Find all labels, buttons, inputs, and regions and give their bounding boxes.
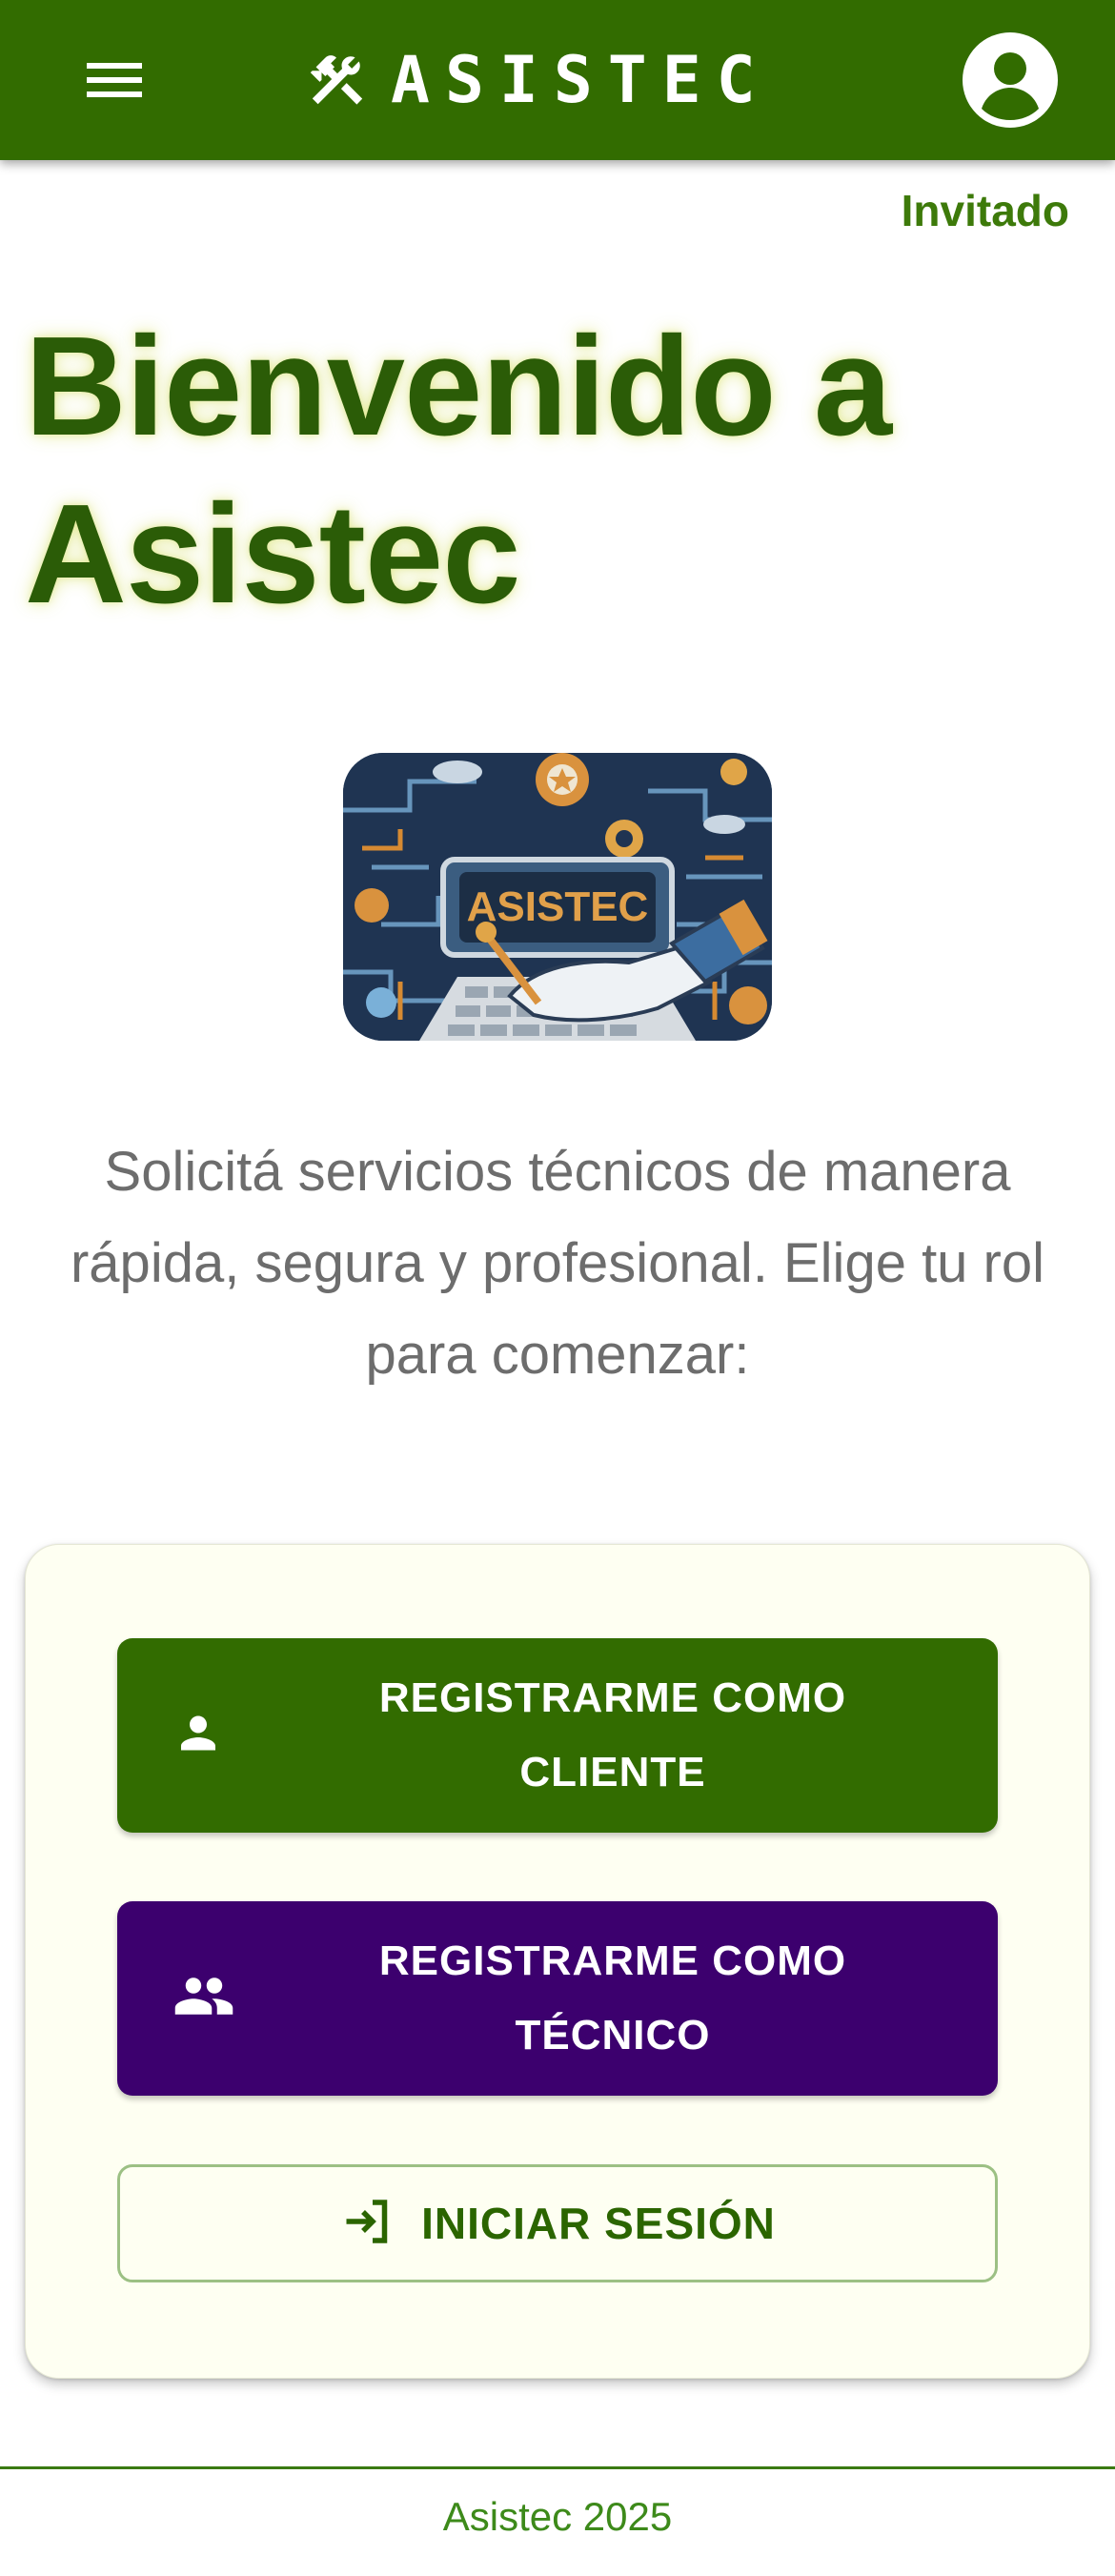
person-icon <box>172 1708 224 1764</box>
register-technician-label-line-1: REGISTRARME COMO <box>378 1937 847 1984</box>
account-button[interactable] <box>961 30 1060 130</box>
role-selection-card: REGISTRARME COMO CLIENTE REGISTRARME COM… <box>25 1544 1090 2379</box>
menu-button[interactable] <box>67 42 162 118</box>
register-client-label: REGISTRARME COMO CLIENTE <box>308 1661 918 1810</box>
page: ASISTEC Invitado Bienvenido a Asistec AS… <box>0 0 1115 2576</box>
menu-icon <box>87 63 142 97</box>
group-icon <box>172 1965 235 2033</box>
brand[interactable]: ASISTEC <box>305 40 771 120</box>
register-technician-button[interactable]: REGISTRARME COMO TÉCNICO <box>117 1901 998 2096</box>
footer-text: Asistec 2025 <box>442 2494 673 2539</box>
app-bar: ASISTEC <box>0 0 1115 160</box>
login-button[interactable]: INICIAR SESIÓN <box>117 2164 998 2282</box>
login-button-content: INICIAR SESIÓN <box>339 2193 776 2255</box>
register-client-label-line-1: REGISTRARME COMO <box>378 1674 847 1721</box>
login-label: INICIAR SESIÓN <box>421 2199 776 2248</box>
register-technician-label: REGISTRARME COMO TÉCNICO <box>308 1924 918 2073</box>
login-icon <box>339 2193 396 2255</box>
account-circle-icon <box>963 32 1058 128</box>
register-client-label-line-2: CLIENTE <box>519 1749 706 1795</box>
title-line-1: Bienvenido a <box>25 308 892 465</box>
title-line-2: Asistec <box>25 476 521 633</box>
intro-text: Solicitá servicios técnicos de manera rá… <box>70 1141 1045 1386</box>
tools-icon <box>305 47 372 113</box>
logo-text: ASISTEC <box>467 883 649 930</box>
register-client-button[interactable]: REGISTRARME COMO CLIENTE <box>117 1638 998 1833</box>
register-technician-label-line-2: TÉCNICO <box>515 2012 711 2059</box>
page-title: Bienvenido a Asistec <box>25 303 1083 639</box>
footer: Asistec 2025 <box>0 2466 1115 2576</box>
user-role-label: Invitado <box>901 186 1069 235</box>
asistec-logo-image: ASISTEC <box>343 753 772 1041</box>
brand-title: ASISTEC <box>391 42 771 118</box>
